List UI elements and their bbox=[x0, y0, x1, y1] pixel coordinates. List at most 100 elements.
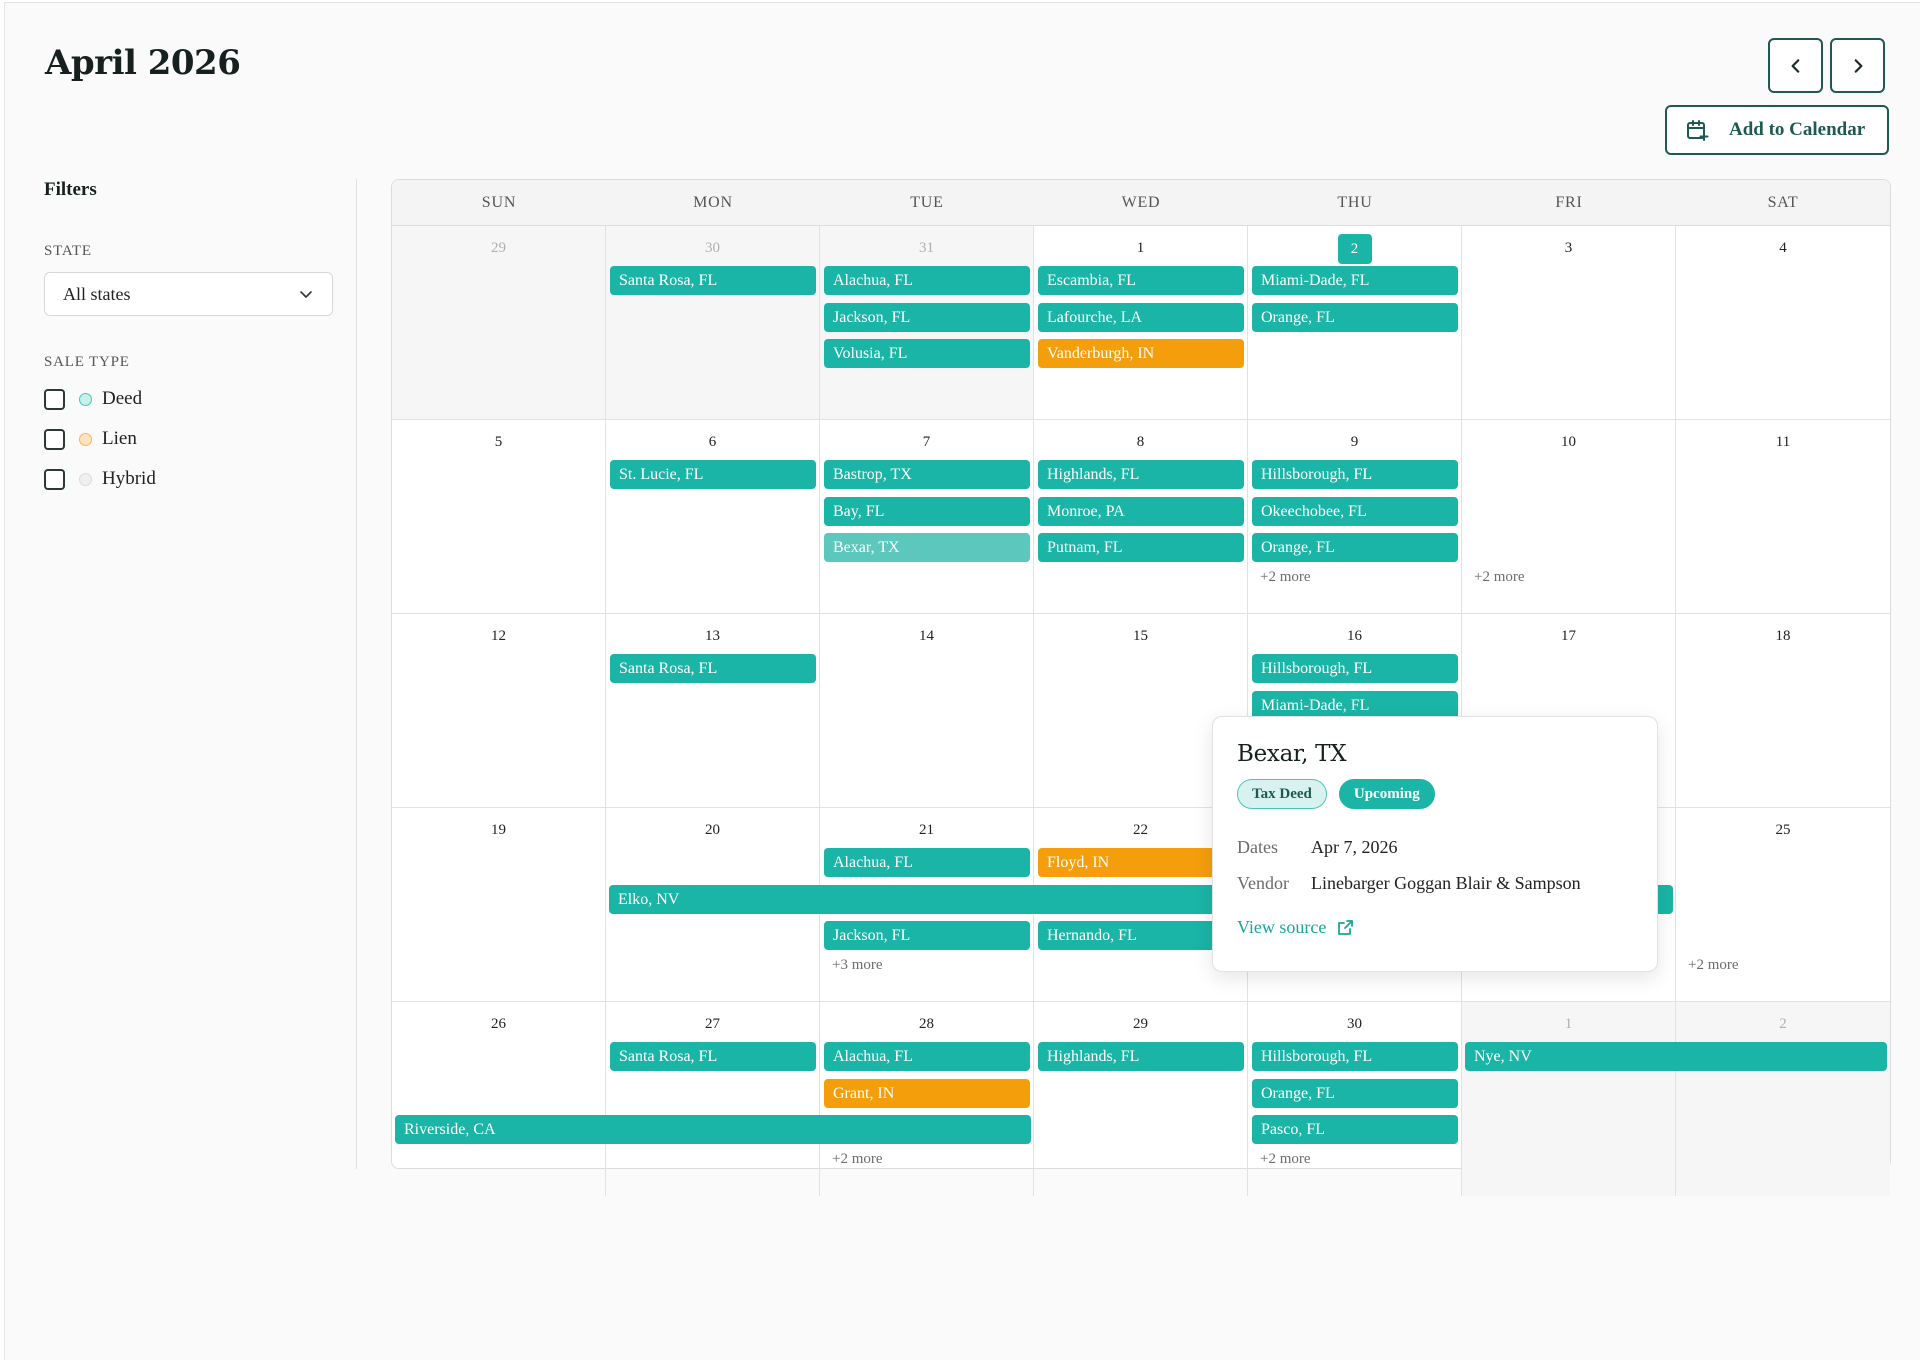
filters-title: Filters bbox=[44, 179, 97, 200]
event-chip[interactable]: Jackson, FL bbox=[824, 302, 1030, 332]
day-number: 4 bbox=[1779, 240, 1787, 256]
day-cell[interactable]: 3 bbox=[1462, 226, 1676, 420]
day-cell[interactable]: 29 bbox=[1034, 1002, 1248, 1196]
more-events-link[interactable]: +2 more bbox=[1688, 957, 1739, 974]
checkbox[interactable] bbox=[44, 468, 65, 490]
day-number: 21 bbox=[919, 822, 934, 838]
page-title: April 2026 bbox=[45, 43, 241, 83]
vendor-value: Linebarger Goggan Blair & Sampson bbox=[1311, 872, 1581, 893]
event-chip[interactable]: Orange, FL bbox=[1252, 302, 1458, 332]
event-chip[interactable]: Alachua, FL bbox=[824, 266, 1030, 295]
day-cell[interactable]: 14 bbox=[820, 614, 1034, 808]
sale-type-option[interactable]: Hybrid bbox=[44, 467, 354, 491]
event-chip[interactable]: Alachua, FL bbox=[824, 848, 1030, 877]
day-cell[interactable]: 27 bbox=[606, 1002, 820, 1196]
sale-type-dot-icon bbox=[79, 472, 92, 486]
vendor-label: Vendor bbox=[1237, 872, 1289, 893]
event-chip[interactable]: Santa Rosa, FL bbox=[610, 266, 816, 295]
day-cell[interactable]: 12 bbox=[392, 614, 606, 808]
day-cell[interactable]: 30 bbox=[606, 226, 820, 420]
event-chip[interactable]: Okeechobee, FL bbox=[1252, 496, 1458, 526]
event-chip[interactable]: St. Lucie, FL bbox=[610, 460, 816, 489]
day-cell[interactable]: 29 bbox=[392, 226, 606, 420]
day-cell[interactable]: 19 bbox=[392, 808, 606, 1002]
day-number: 2 bbox=[1779, 1016, 1787, 1032]
filters-panel: Filters STATE All states SALE TYPE Deed L… bbox=[44, 179, 354, 491]
more-events-link[interactable]: +2 more bbox=[832, 1151, 883, 1168]
weekday-label: TUE bbox=[910, 193, 944, 211]
event-chip[interactable]: Bastrop, TX bbox=[824, 460, 1030, 489]
event-chip[interactable]: Hillsborough, FL bbox=[1252, 1042, 1458, 1071]
event-chip[interactable]: Miami-Dade, FL bbox=[1252, 266, 1458, 295]
day-number: 16 bbox=[1347, 628, 1362, 644]
day-number: 6 bbox=[708, 434, 717, 450]
day-number: 7 bbox=[922, 434, 931, 450]
day-cell[interactable]: 13 bbox=[606, 614, 820, 808]
event-chip[interactable]: Monroe, PA bbox=[1038, 496, 1244, 526]
day-cell[interactable]: 6 bbox=[606, 420, 820, 614]
day-number: 25 bbox=[1775, 822, 1791, 838]
dates-value: Apr 7, 2026 bbox=[1311, 836, 1398, 857]
prev-month-button[interactable] bbox=[1768, 38, 1823, 93]
page: April 2026 Add to Calendar Filters STATE… bbox=[4, 2, 1920, 1360]
calendar-plus-icon bbox=[1687, 120, 1709, 141]
view-source-label: View source bbox=[1237, 917, 1327, 937]
day-cell[interactable]: 18 bbox=[1676, 614, 1890, 808]
event-chip[interactable]: Lafourche, LA bbox=[1038, 302, 1244, 332]
event-chip[interactable]: Jackson, FL bbox=[824, 921, 1030, 950]
sale-type-badge: Tax Deed bbox=[1237, 779, 1327, 809]
event-chip[interactable]: Bexar, TX bbox=[824, 533, 1030, 562]
weekday-label: WED bbox=[1121, 193, 1161, 211]
event-chip[interactable]: Alachua, FL bbox=[824, 1042, 1030, 1071]
day-cell[interactable]: 2 bbox=[1676, 1002, 1890, 1196]
event-chip[interactable]: Santa Rosa, FL bbox=[610, 654, 816, 683]
day-cell[interactable]: 5 bbox=[392, 420, 606, 614]
day-number: 27 bbox=[705, 1016, 720, 1032]
day-number: 14 bbox=[919, 628, 934, 644]
checkbox[interactable] bbox=[44, 388, 65, 410]
today-day-number: 2 bbox=[1337, 234, 1372, 264]
sale-type-option[interactable]: Deed bbox=[44, 387, 354, 411]
event-chip[interactable]: Vanderburgh, IN bbox=[1038, 339, 1244, 368]
event-chip[interactable]: Highlands, FL bbox=[1038, 1042, 1244, 1071]
event-chip[interactable]: Orange, FL bbox=[1252, 1078, 1458, 1108]
event-chip[interactable]: Highlands, FL bbox=[1038, 460, 1244, 489]
day-number: 29 bbox=[1133, 1016, 1148, 1032]
day-cell[interactable]: 26 bbox=[392, 1002, 606, 1196]
more-events-link[interactable]: +3 more bbox=[832, 957, 883, 974]
multi-day-event-chip[interactable]: Riverside, CA bbox=[395, 1115, 1031, 1144]
state-select[interactable]: All states bbox=[44, 272, 333, 316]
event-chip[interactable]: Escambia, FL bbox=[1038, 266, 1244, 295]
day-number: 9 bbox=[1350, 434, 1359, 450]
day-number: 30 bbox=[705, 240, 720, 256]
day-number: 29 bbox=[491, 240, 506, 256]
event-chip[interactable]: Volusia, FL bbox=[824, 339, 1030, 368]
event-chip[interactable]: Putnam, FL bbox=[1038, 533, 1244, 562]
multi-day-event-chip[interactable]: Nye, NV bbox=[1465, 1042, 1887, 1071]
add-to-calendar-button[interactable]: Add to Calendar bbox=[1665, 105, 1889, 155]
sale-type-option[interactable]: Lien bbox=[44, 427, 354, 451]
event-chip[interactable]: Hillsborough, FL bbox=[1252, 654, 1458, 683]
day-number: 8 bbox=[1136, 434, 1145, 450]
event-chip[interactable]: Pasco, FL bbox=[1252, 1115, 1458, 1144]
day-cell[interactable]: 1 bbox=[1462, 1002, 1676, 1196]
chevron-left-icon bbox=[1791, 58, 1799, 73]
event-chip[interactable]: Bay, FL bbox=[824, 496, 1030, 526]
day-cell[interactable]: 4 bbox=[1676, 226, 1890, 420]
day-number: 20 bbox=[705, 822, 720, 838]
state-label: STATE bbox=[44, 243, 92, 259]
day-number: 15 bbox=[1133, 628, 1148, 644]
next-month-button[interactable] bbox=[1830, 38, 1885, 93]
weekday-label: MON bbox=[693, 193, 733, 211]
more-events-link[interactable]: +2 more bbox=[1260, 1151, 1311, 1168]
day-number: 5 bbox=[494, 434, 503, 450]
event-chip[interactable]: Grant, IN bbox=[824, 1078, 1030, 1108]
event-chip[interactable]: Hillsborough, FL bbox=[1252, 460, 1458, 489]
checkbox[interactable] bbox=[44, 428, 65, 450]
day-cell[interactable]: 11 bbox=[1676, 420, 1890, 614]
event-chip[interactable]: Orange, FL bbox=[1252, 533, 1458, 562]
event-chip[interactable]: Santa Rosa, FL bbox=[610, 1042, 816, 1071]
view-source-link[interactable]: View source bbox=[1237, 917, 1633, 938]
more-events-link[interactable]: +2 more bbox=[1474, 569, 1525, 586]
more-events-link[interactable]: +2 more bbox=[1260, 569, 1311, 586]
